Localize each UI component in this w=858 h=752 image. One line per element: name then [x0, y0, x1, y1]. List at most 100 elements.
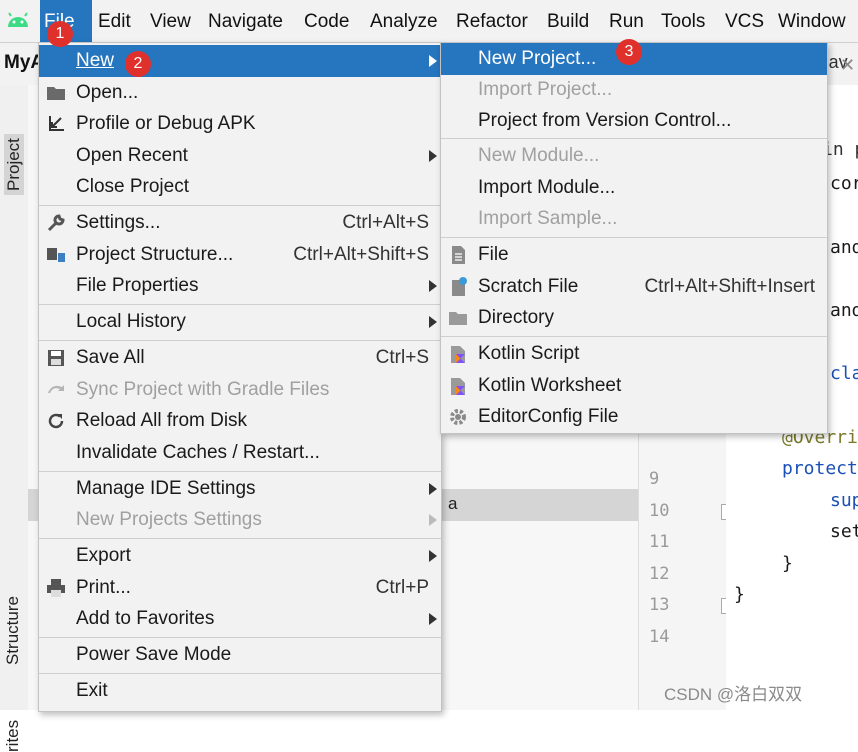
menu-separator — [39, 205, 441, 206]
menu-item-label: Settings... — [76, 212, 161, 233]
menu-window-label: Window — [778, 11, 846, 32]
submenu-arrow-icon — [429, 514, 437, 526]
code-fragment: cor — [830, 173, 858, 194]
shortcut-label: Ctrl+S — [375, 347, 429, 368]
submenu-arrow-icon — [429, 613, 437, 625]
menu-item-label: Print... — [76, 577, 131, 598]
menu-build-label: Build — [547, 11, 590, 32]
menu-separator — [39, 340, 441, 341]
menu-build[interactable]: Build — [543, 0, 593, 42]
submenu-arrow-icon — [429, 550, 437, 562]
new-submenu: New Project... Import Project... Project… — [440, 42, 828, 434]
menu-item-close-project[interactable]: Close Project — [39, 171, 441, 203]
menu-item-kotlin-worksheet[interactable]: Kotlin Worksheet — [441, 370, 827, 402]
menu-item-print[interactable]: Print... Ctrl+P — [39, 572, 441, 604]
menu-item-invalidate-caches[interactable]: Invalidate Caches / Restart... — [39, 437, 441, 469]
menu-item-exit[interactable]: Exit — [39, 675, 441, 707]
menu-item-editorconfig-file[interactable]: EditorConfig File — [441, 401, 827, 433]
menu-item-manage-ide-settings[interactable]: Manage IDE Settings — [39, 473, 441, 505]
menu-tools[interactable]: Tools — [657, 0, 709, 42]
menu-item-label: Scratch File — [478, 276, 579, 297]
menu-item-new[interactable]: New — [39, 45, 441, 77]
step-badge-1: 1 — [47, 21, 73, 47]
menu-item-new-module: New Module... — [441, 140, 827, 172]
menu-item-label: Sync Project with Gradle Files — [76, 379, 330, 400]
kotlin-icon — [451, 378, 465, 395]
project-structure-icon — [47, 248, 65, 262]
menu-separator — [441, 336, 827, 337]
menu-item-project-structure[interactable]: Project Structure... Ctrl+Alt+Shift+S — [39, 239, 441, 271]
menu-item-label: Profile or Debug APK — [76, 113, 256, 134]
menu-code[interactable]: Code — [300, 0, 353, 42]
menu-item-import-module[interactable]: Import Module... — [441, 172, 827, 204]
menu-refactor[interactable]: Refactor — [452, 0, 532, 42]
structure-tool-tab[interactable]: Structure — [3, 596, 23, 665]
menu-analyze[interactable]: Analyze — [366, 0, 442, 42]
menu-item-local-history[interactable]: Local History — [39, 306, 441, 338]
menu-item-label: File Properties — [76, 275, 199, 296]
favorites-tool-tab[interactable]: rites — [3, 720, 23, 752]
submenu-arrow-icon — [429, 55, 437, 67]
menu-item-open-recent[interactable]: Open Recent — [39, 140, 441, 172]
menu-navigate[interactable]: Navigate — [204, 0, 287, 42]
menu-item-directory[interactable]: Directory — [441, 302, 827, 334]
menu-item-import-sample: Import Sample... — [441, 203, 827, 235]
floppy-disk-icon — [48, 350, 64, 366]
android-icon[interactable] — [4, 7, 32, 35]
menu-code-label: Code — [304, 11, 350, 32]
project-tool-tab[interactable]: Project — [4, 134, 24, 195]
menu-edit-label: Edit — [98, 11, 131, 32]
wrench-icon — [47, 214, 65, 232]
menu-item-open[interactable]: Open... — [39, 77, 441, 109]
menu-item-project-from-vcs[interactable]: Project from Version Control... — [441, 105, 827, 137]
submenu-arrow-icon — [429, 280, 437, 292]
watermark: CSDN @洛白双双 — [664, 685, 803, 704]
menu-item-file-properties[interactable]: File Properties — [39, 270, 441, 302]
menu-analyze-label: Analyze — [370, 11, 438, 32]
menu-item-label: Power Save Mode — [76, 644, 232, 665]
code-fragment: andr — [830, 300, 858, 321]
menu-separator — [39, 673, 441, 674]
menu-item-save-all[interactable]: Save All Ctrl+S — [39, 342, 441, 374]
menu-item-profile-debug-apk[interactable]: Profile or Debug APK — [39, 108, 441, 140]
menu-item-label: Import Module... — [478, 177, 616, 198]
menu-window[interactable]: Window — [774, 0, 850, 42]
menu-item-scratch-file[interactable]: Scratch File Ctrl+Alt+Shift+Insert — [441, 271, 827, 303]
scratch-file-icon — [452, 277, 467, 296]
menu-item-label: Import Sample... — [478, 208, 618, 229]
submenu-arrow-icon — [429, 483, 437, 495]
menu-item-reload-all[interactable]: Reload All from Disk — [39, 405, 441, 437]
menu-bar: File Edit View Navigate Code Analyze Ref… — [0, 0, 858, 43]
menu-navigate-label: Navigate — [208, 11, 283, 32]
shortcut-label: Ctrl+P — [375, 577, 429, 598]
menu-item-label: Save All — [76, 347, 145, 368]
folder-icon — [47, 87, 65, 100]
menu-item-label: Open Recent — [76, 145, 188, 166]
menu-item-import-project: Import Project... — [441, 74, 827, 106]
shortcut-label: Ctrl+Alt+Shift+S — [293, 244, 429, 265]
menu-vcs[interactable]: VCS — [721, 0, 768, 42]
menu-edit[interactable]: Edit — [94, 0, 135, 42]
menu-item-power-save-mode[interactable]: Power Save Mode — [39, 639, 441, 671]
menu-view[interactable]: View — [146, 0, 195, 42]
menu-item-add-to-favorites[interactable]: Add to Favorites — [39, 603, 441, 635]
code-fragment: } — [734, 584, 745, 605]
menu-item-export[interactable]: Export — [39, 540, 441, 572]
menu-item-new-projects-settings: New Projects Settings — [39, 504, 441, 536]
menu-separator — [39, 637, 441, 638]
shortcut-label: Ctrl+Alt+Shift+Insert — [644, 276, 815, 297]
menu-item-label: Open... — [76, 82, 139, 103]
close-icon[interactable]: ✕ — [840, 55, 855, 76]
menu-item-file[interactable]: File — [441, 239, 827, 271]
menu-item-settings[interactable]: Settings... Ctrl+Alt+S — [39, 207, 441, 239]
menu-item-label: Directory — [478, 307, 555, 328]
menu-item-label: New — [76, 50, 115, 71]
menu-item-kotlin-script[interactable]: Kotlin Script — [441, 338, 827, 370]
menu-item-label: Exit — [76, 680, 108, 701]
line-number: 9 — [649, 469, 660, 489]
menu-item-label: Kotlin Script — [478, 343, 580, 364]
menu-item-label: Project Structure... — [76, 244, 234, 265]
menu-item-label: Add to Favorites — [76, 608, 215, 629]
reload-icon — [48, 413, 64, 429]
menu-run[interactable]: Run — [605, 0, 648, 42]
